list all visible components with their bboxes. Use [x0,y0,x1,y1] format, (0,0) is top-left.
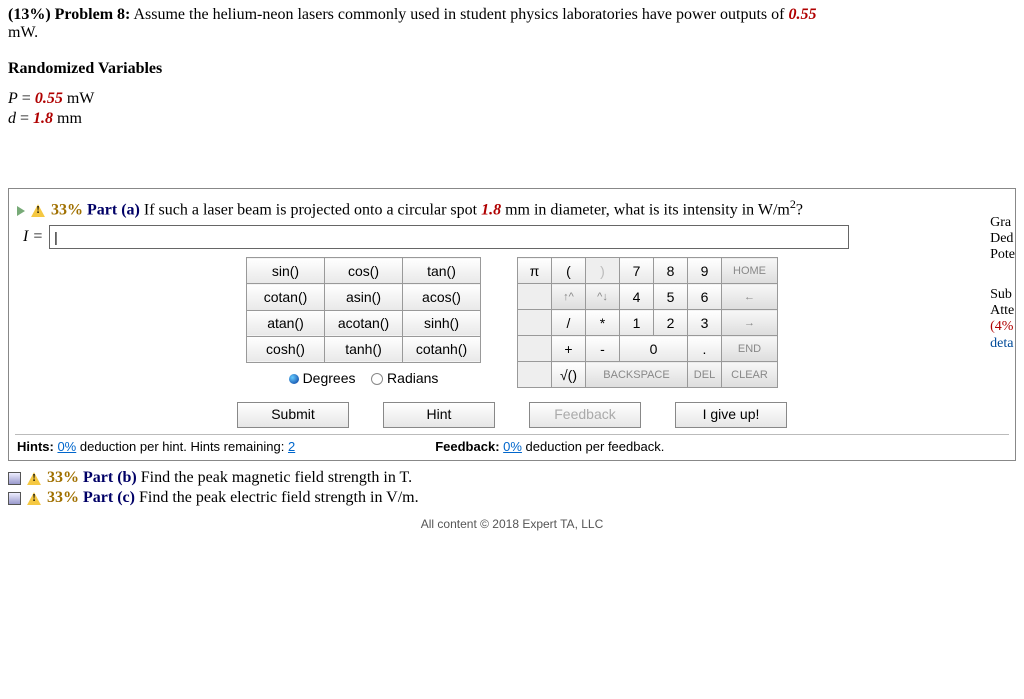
key-left[interactable]: ← [722,284,778,310]
warning-icon [27,472,41,485]
fn-cotan[interactable]: cotan() [247,284,325,310]
key-4[interactable]: 4 [620,284,654,310]
problem-heading: (13%) Problem 8: Assume the helium-neon … [8,6,1016,42]
part-a-question: 33% Part (a) If such a laser beam is pro… [17,197,1009,219]
key-lparen[interactable]: ( [552,258,586,284]
key-backspace[interactable]: BACKSPACE [586,362,688,388]
fn-sin[interactable]: sin() [247,258,325,284]
radians-radio[interactable]: Radians [371,370,438,386]
key-right[interactable]: → [722,310,778,336]
expand-icon[interactable] [8,472,21,485]
fn-tanh[interactable]: tanh() [325,336,403,362]
numeric-keypad: π ( ) 7 8 9 HOME ↑^ ^↓ 4 5 6 ← / * [517,257,778,388]
details-link[interactable]: deta [990,336,1013,351]
fn-asin[interactable]: asin() [325,284,403,310]
variable-d: d = 1.8 mm [8,110,1016,128]
fn-cos[interactable]: cos() [325,258,403,284]
key-blank3 [518,336,552,362]
fn-acotan[interactable]: acotan() [325,310,403,336]
answer-row: I = [23,225,1009,249]
key-6[interactable]: 6 [688,284,722,310]
warning-icon [27,492,41,505]
key-end[interactable]: END [722,336,778,362]
key-sqrt[interactable]: √() [552,362,586,388]
problem-unit: mW. [8,24,38,41]
key-blank1 [518,284,552,310]
key-1[interactable]: 1 [620,310,654,336]
key-clear[interactable]: CLEAR [722,362,778,388]
part-c-row[interactable]: 33% Part (c) Find the peak electric fiel… [8,489,1016,507]
key-dot[interactable]: . [688,336,722,362]
problem-text: Assume the helium-neon lasers commonly u… [133,6,788,23]
submit-button[interactable]: Submit [237,402,349,428]
answer-input[interactable] [49,225,849,249]
key-down[interactable]: ^↓ [586,284,620,310]
key-minus[interactable]: - [586,336,620,362]
key-star[interactable]: * [586,310,620,336]
key-pi[interactable]: π [518,258,552,284]
problem-label: Problem 8: [55,6,131,23]
side-summary: Gra Ded Pote Sub Atte (4% deta [990,215,1015,352]
key-3[interactable]: 3 [688,310,722,336]
key-up[interactable]: ↑^ [552,284,586,310]
problem-power-value: 0.55 [788,6,816,23]
key-8[interactable]: 8 [654,258,688,284]
footer-copyright: All content © 2018 Expert TA, LLC [8,517,1016,531]
hints-info: Hints: 0% deduction per hint. Hints rema… [17,439,295,454]
hint-button[interactable]: Hint [383,402,495,428]
expand-icon[interactable] [8,492,21,505]
key-blank4 [518,362,552,388]
fn-cotanh[interactable]: cotanh() [403,336,481,362]
random-variables-heading: Randomized Variables [8,60,1016,78]
action-buttons: Submit Hint Feedback I give up! [15,402,1009,428]
giveup-button[interactable]: I give up! [675,402,787,428]
key-7[interactable]: 7 [620,258,654,284]
feedback-info: Feedback: 0% deduction per feedback. [435,439,664,454]
variable-P: P = 0.55 mW [8,90,1016,108]
fn-sinh[interactable]: sinh() [403,310,481,336]
fn-tan[interactable]: tan() [403,258,481,284]
play-icon[interactable] [17,206,25,216]
function-keypad: sin() cos() tan() cotan() asin() acos() … [246,257,481,388]
warning-icon [31,204,45,217]
key-del[interactable]: DEL [688,362,722,388]
problem-percent: (13%) [8,6,51,23]
hint-feedback-info: Hints: 0% deduction per hint. Hints rema… [15,434,1009,456]
answer-lhs: I = [23,228,43,246]
key-5[interactable]: 5 [654,284,688,310]
fn-acos[interactable]: acos() [403,284,481,310]
key-home[interactable]: HOME [722,258,778,284]
key-2[interactable]: 2 [654,310,688,336]
fn-atan[interactable]: atan() [247,310,325,336]
keypad: sin() cos() tan() cotan() asin() acos() … [15,257,1009,388]
fn-cosh[interactable]: cosh() [247,336,325,362]
part-a-panel: 33% Part (a) If such a laser beam is pro… [8,188,1016,461]
part-b-row[interactable]: 33% Part (b) Find the peak magnetic fiel… [8,469,1016,487]
key-slash[interactable]: / [552,310,586,336]
key-rparen[interactable]: ) [586,258,620,284]
other-parts: 33% Part (b) Find the peak magnetic fiel… [8,469,1016,507]
key-9[interactable]: 9 [688,258,722,284]
key-0[interactable]: 0 [620,336,688,362]
feedback-button[interactable]: Feedback [529,402,641,428]
key-plus[interactable]: + [552,336,586,362]
degrees-radio[interactable]: Degrees [289,370,356,386]
key-blank2 [518,310,552,336]
